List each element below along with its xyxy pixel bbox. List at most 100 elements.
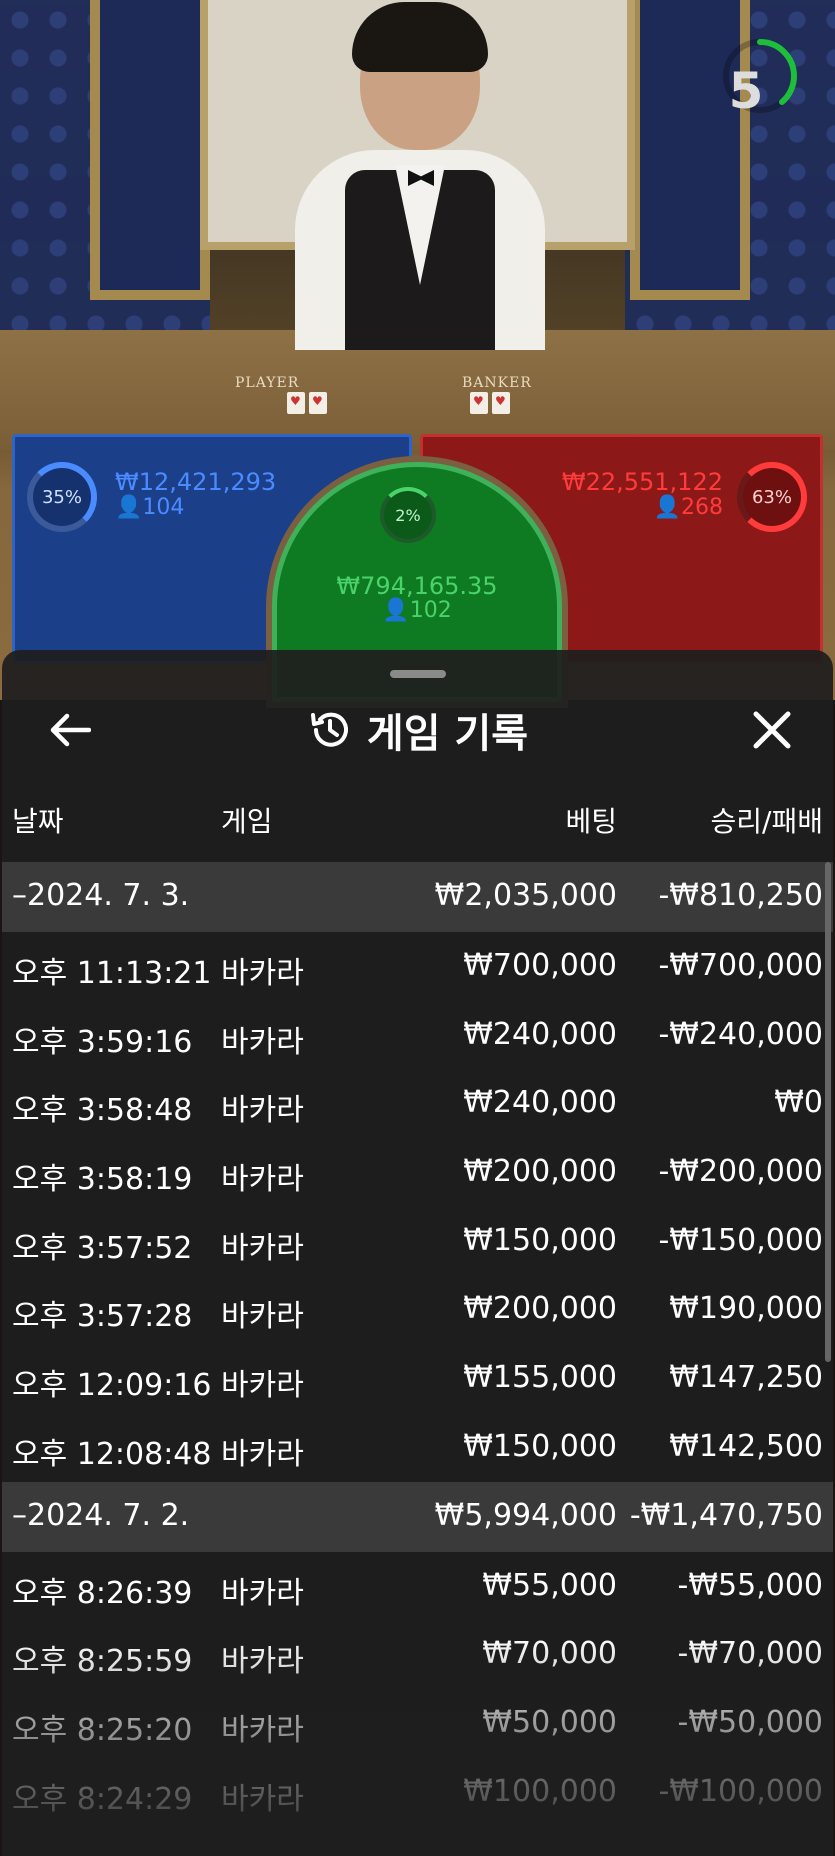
row-result: -₩240,000 xyxy=(658,1016,823,1052)
banker-bettor-count: 👤268 xyxy=(653,495,723,520)
group-bet-total: ₩5,994,000 xyxy=(434,1497,617,1533)
group-result-total: -₩1,470,750 xyxy=(629,1497,823,1533)
dealer-hair xyxy=(352,2,488,72)
history-row[interactable]: 오후 3:57:52 바카라 ₩150,000 -₩150,000 xyxy=(2,1207,833,1276)
player-total-amount: ₩12,421,293 xyxy=(115,468,277,496)
row-bet: ₩240,000 xyxy=(463,1085,617,1121)
history-row[interactable]: 오후 12:09:16 바카라 ₩155,000 ₩147,250 xyxy=(2,1344,833,1413)
player-cards xyxy=(287,392,327,414)
pillar-left xyxy=(90,0,210,300)
history-row[interactable]: 오후 8:25:20 바카라 ₩50,000 -₩50,000 xyxy=(2,1689,833,1758)
row-result: -₩100,000 xyxy=(658,1773,823,1809)
row-time: 오후 12:08:48 xyxy=(12,1436,212,1472)
history-row[interactable]: 오후 8:25:59 바카라 ₩70,000 -₩70,000 xyxy=(2,1620,833,1689)
history-row[interactable]: 오후 12:08:48 바카라 ₩150,000 ₩142,500 xyxy=(2,1413,833,1482)
countdown-timer: 5 xyxy=(728,62,764,120)
row-time: 오후 11:13:21 xyxy=(12,956,212,991)
row-game: 바카라 xyxy=(221,1436,304,1472)
row-result: ₩190,000 xyxy=(669,1291,823,1327)
row-game: 바카라 xyxy=(221,1644,304,1680)
row-time: 오후 3:57:52 xyxy=(12,1230,193,1266)
history-row[interactable]: 오후 3:58:48 바카라 ₩240,000 ₩0 xyxy=(2,1069,833,1138)
row-result: -₩50,000 xyxy=(677,1704,823,1740)
row-game: 바카라 xyxy=(221,956,304,991)
tie-bettor-count: 👤102 xyxy=(382,598,452,623)
tie-total-amount: ₩794,165.35 xyxy=(336,572,498,600)
player-percent: 35% xyxy=(41,486,82,508)
group-result-total: -₩810,250 xyxy=(658,878,823,913)
history-scrollbar[interactable] xyxy=(825,862,831,1362)
row-bet: ₩240,000 xyxy=(463,1016,617,1052)
banker-percent: 63% xyxy=(751,486,792,508)
person-icon: 👤 xyxy=(382,598,410,623)
close-button[interactable] xyxy=(742,705,802,755)
history-list[interactable]: –2024. 7. 3. ₩2,035,000 -₩810,250 오후 11:… xyxy=(2,862,833,1826)
row-game: 바카라 xyxy=(221,1781,304,1817)
player-percent-ring: 35% xyxy=(27,462,97,532)
history-column-header: 날짜 게임 베팅 승리/패배 xyxy=(2,800,833,840)
column-game: 게임 xyxy=(221,805,273,838)
row-time: 오후 3:58:48 xyxy=(12,1093,193,1129)
date-group-row[interactable]: –2024. 7. 3. ₩2,035,000 -₩810,250 xyxy=(2,862,833,932)
drag-handle[interactable] xyxy=(390,670,446,678)
history-icon xyxy=(310,712,348,747)
tie-percent-ring: 2% xyxy=(380,487,436,543)
row-bet: ₩70,000 xyxy=(482,1636,617,1672)
sheet-title: 게임 기록 xyxy=(366,711,529,757)
row-time: 오후 12:09:16 xyxy=(12,1368,212,1404)
row-bet: ₩700,000 xyxy=(463,948,617,983)
group-date: –2024. 7. 2. xyxy=(12,1497,190,1533)
row-game: 바카라 xyxy=(221,1575,304,1611)
row-game: 바카라 xyxy=(221,1162,304,1198)
row-bet: ₩50,000 xyxy=(482,1704,617,1740)
column-date: 날짜 xyxy=(12,805,64,838)
row-result: ₩142,500 xyxy=(669,1428,823,1464)
history-row[interactable]: 오후 3:57:28 바카라 ₩200,000 ₩190,000 xyxy=(2,1275,833,1344)
tie-percent: 2% xyxy=(395,505,421,525)
row-bet: ₩150,000 xyxy=(463,1428,617,1464)
row-game: 바카라 xyxy=(221,1230,304,1266)
player-bettor-count: 👤104 xyxy=(115,495,185,520)
row-time: 오후 8:26:39 xyxy=(12,1575,193,1611)
history-row[interactable]: 오후 3:59:16 바카라 ₩240,000 -₩240,000 xyxy=(2,1001,833,1070)
history-row[interactable]: 오후 3:58:19 바카라 ₩200,000 -₩200,000 xyxy=(2,1138,833,1207)
row-result: ₩0 xyxy=(774,1085,823,1121)
column-result: 승리/패배 xyxy=(710,805,823,838)
row-result: -₩700,000 xyxy=(658,948,823,983)
row-time: 오후 3:59:16 xyxy=(12,1024,193,1060)
row-result: -₩200,000 xyxy=(658,1154,823,1190)
history-row[interactable]: 오후 8:24:29 바카라 ₩100,000 -₩100,000 xyxy=(2,1758,833,1827)
row-game: 바카라 xyxy=(221,1024,304,1060)
player-table-label: PLAYER xyxy=(235,375,300,391)
banker-total-amount: ₩22,551,122 xyxy=(561,468,723,496)
row-bet: ₩55,000 xyxy=(482,1567,617,1603)
row-game: 바카라 xyxy=(221,1093,304,1129)
banker-cards xyxy=(470,392,510,414)
row-game: 바카라 xyxy=(221,1712,304,1748)
column-bet: 베팅 xyxy=(565,805,617,838)
banker-percent-ring: 63% xyxy=(737,462,807,532)
row-time: 오후 8:25:59 xyxy=(12,1644,193,1680)
person-icon: 👤 xyxy=(115,495,143,520)
game-history-sheet: 게임 기록 날짜 게임 베팅 승리/패배 –2024. 7. 3. ₩2,035… xyxy=(2,650,833,1856)
person-icon: 👤 xyxy=(653,495,681,520)
banker-table-label: BANKER xyxy=(462,375,532,391)
row-time: 오후 3:57:28 xyxy=(12,1299,193,1335)
group-date: –2024. 7. 3. xyxy=(12,878,190,913)
row-time: 오후 8:25:20 xyxy=(12,1712,193,1748)
row-game: 바카라 xyxy=(221,1299,304,1335)
history-row[interactable]: 오후 11:13:21 바카라 ₩700,000 -₩700,000 xyxy=(2,932,833,1001)
row-bet: ₩200,000 xyxy=(463,1154,617,1190)
history-row[interactable]: 오후 8:26:39 바카라 ₩55,000 -₩55,000 xyxy=(2,1552,833,1621)
row-bet: ₩150,000 xyxy=(463,1222,617,1258)
row-time: 오후 3:58:19 xyxy=(12,1162,193,1198)
group-bet-total: ₩2,035,000 xyxy=(434,878,617,913)
row-game: 바카라 xyxy=(221,1368,304,1404)
row-bet: ₩100,000 xyxy=(463,1773,617,1809)
date-group-row[interactable]: –2024. 7. 2. ₩5,994,000 -₩1,470,750 xyxy=(2,1481,833,1552)
sheet-header: 게임 기록 xyxy=(2,700,833,760)
close-icon xyxy=(753,711,791,749)
row-bet: ₩155,000 xyxy=(463,1360,617,1396)
row-result: -₩150,000 xyxy=(658,1222,823,1258)
row-result: -₩70,000 xyxy=(677,1636,823,1672)
